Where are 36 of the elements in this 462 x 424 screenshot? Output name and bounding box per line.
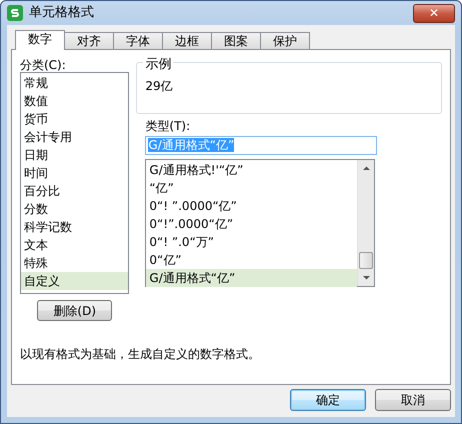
category-item[interactable]: 时间 bbox=[21, 164, 128, 182]
tab[interactable]: 对齐 bbox=[64, 32, 114, 49]
window-title: 单元格格式 bbox=[29, 4, 94, 22]
sample-value: 29亿 bbox=[145, 78, 173, 95]
type-item[interactable]: 0“亿” bbox=[146, 251, 358, 269]
tab[interactable]: 字体 bbox=[113, 32, 163, 49]
scrollbar-thumb[interactable] bbox=[359, 252, 374, 269]
description-text: 以现有格式为基础，生成自定义的数字格式。 bbox=[20, 346, 260, 363]
type-item[interactable]: “亿” bbox=[146, 179, 358, 197]
tab[interactable]: 边框 bbox=[162, 32, 212, 49]
type-label: 类型(T): bbox=[145, 118, 192, 135]
category-item[interactable]: 常规 bbox=[21, 74, 128, 92]
category-item[interactable]: 数值 bbox=[21, 92, 128, 110]
tab[interactable]: 保护 bbox=[260, 32, 310, 49]
type-item[interactable]: 0“! ”.0000“亿” bbox=[146, 197, 358, 215]
category-item[interactable]: 货币 bbox=[21, 110, 128, 128]
type-item[interactable]: 0“! ”.0“万” bbox=[146, 233, 358, 251]
cancel-button[interactable]: 取消 bbox=[375, 389, 451, 411]
category-item[interactable]: 分数 bbox=[21, 200, 128, 218]
category-item[interactable]: 百分比 bbox=[21, 182, 128, 200]
delete-button[interactable]: 删除(D) bbox=[37, 300, 112, 321]
close-button[interactable]: ✕ bbox=[413, 4, 455, 22]
category-item[interactable]: 科学记数 bbox=[21, 218, 128, 236]
category-item[interactable]: 文本 bbox=[21, 236, 128, 254]
tab[interactable]: 图案 bbox=[211, 32, 261, 49]
type-item[interactable]: G/通用格式!'“亿” bbox=[146, 161, 358, 179]
app-logo-icon bbox=[7, 5, 23, 21]
category-item[interactable]: 会计专用 bbox=[21, 128, 128, 146]
type-item[interactable]: G/通用格式“亿” bbox=[146, 269, 358, 287]
category-label: 分类(C): bbox=[20, 57, 67, 72]
type-item[interactable]: 0“!”.0000“亿” bbox=[146, 215, 358, 233]
ok-button[interactable]: 确定 bbox=[290, 389, 366, 411]
category-item[interactable]: 日期 bbox=[21, 146, 128, 164]
tab[interactable]: 数字 bbox=[15, 30, 65, 50]
category-item[interactable]: 自定义 bbox=[21, 272, 128, 290]
category-item[interactable]: 特殊 bbox=[21, 254, 128, 272]
